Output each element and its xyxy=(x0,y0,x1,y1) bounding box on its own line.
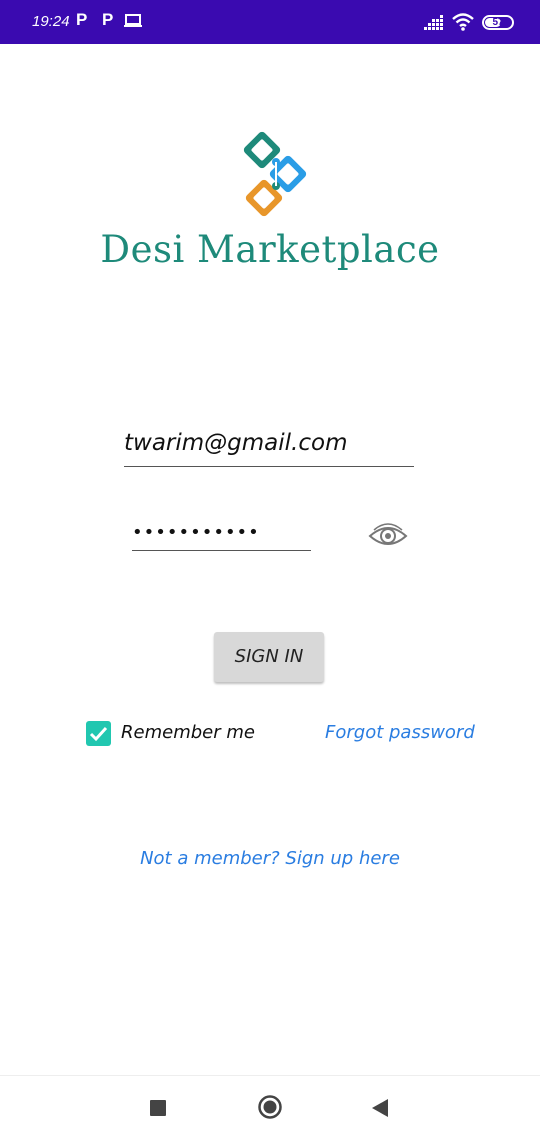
sign-in-button[interactable]: SIGN IN xyxy=(214,632,324,682)
forgot-password-link[interactable]: Forgot password xyxy=(325,722,475,743)
desi-marketplace-logo-icon xyxy=(243,131,307,217)
notification-p-icon-2: P xyxy=(102,10,114,29)
notification-p-icon: P xyxy=(76,10,88,29)
checkmark-icon xyxy=(89,726,108,742)
brand-name: Desi Marketplace xyxy=(100,228,440,271)
navigation-bar xyxy=(0,1075,540,1141)
signal-icon xyxy=(424,15,443,30)
status-time: 19:24 xyxy=(32,13,70,30)
back-icon[interactable] xyxy=(371,1098,389,1118)
email-field[interactable]: twarim@gmail.com xyxy=(124,430,414,467)
status-bar: 19:24 P P 57 xyxy=(0,0,540,44)
battery-icon: 57 xyxy=(482,15,514,30)
home-icon[interactable] xyxy=(258,1095,282,1119)
wifi-icon xyxy=(452,13,474,31)
battery-level: 57 xyxy=(492,17,504,28)
remember-me-label[interactable]: Remember me xyxy=(121,722,255,743)
sign-up-link[interactable]: Not a member? Sign up here xyxy=(0,848,540,869)
password-field[interactable]: ••••••••••• xyxy=(132,516,311,551)
remember-me-checkbox[interactable] xyxy=(86,721,111,746)
show-password-eye-icon[interactable] xyxy=(368,520,408,552)
recent-apps-icon[interactable] xyxy=(150,1100,166,1116)
laptop-icon xyxy=(124,14,142,27)
